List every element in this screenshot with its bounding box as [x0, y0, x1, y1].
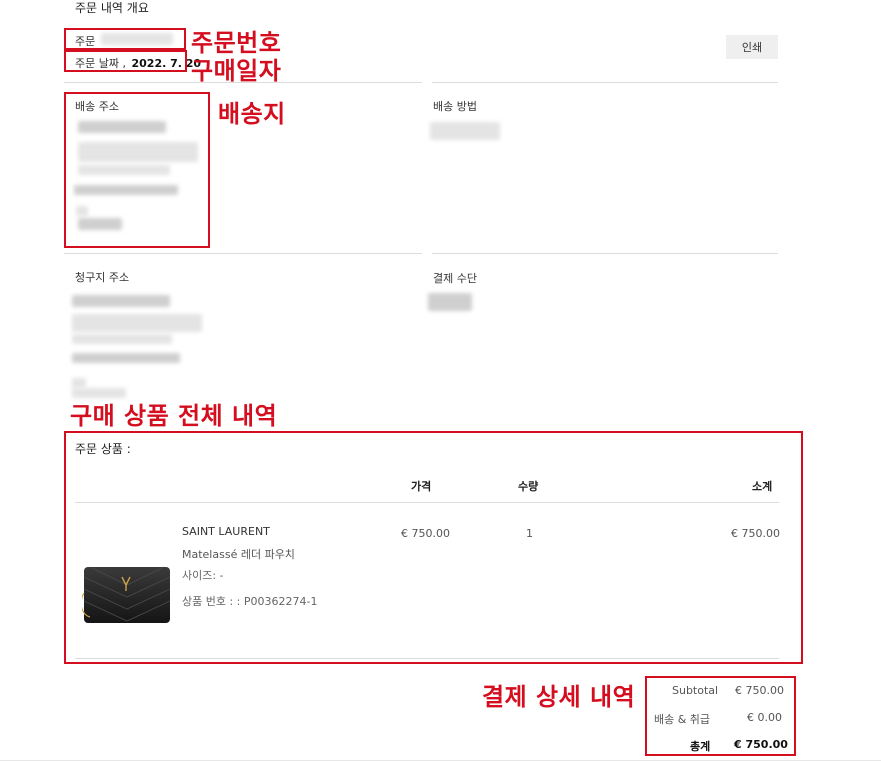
annotation-box-items: [64, 431, 803, 664]
divider: [75, 658, 779, 659]
print-button[interactable]: 인쇄: [726, 35, 778, 59]
divider: [64, 82, 422, 83]
items-section-title: 주문 상품 :: [75, 442, 131, 456]
payment-method-heading: 결제 수단: [433, 272, 477, 285]
totals-subtotal-label: Subtotal: [672, 684, 719, 697]
annotation-purchase-date: 구매일자: [191, 57, 282, 85]
divider: [432, 253, 778, 254]
item-quantity: 1: [526, 527, 533, 540]
billing-address-redacted: [72, 353, 180, 363]
column-header-price: 가격: [411, 480, 432, 493]
annotation-box-order-number: [64, 28, 186, 50]
shipping-method-redacted: [430, 122, 500, 140]
divider: [0, 760, 881, 761]
totals-shipping-value: € 0.00: [747, 711, 782, 724]
product-image[interactable]: [82, 563, 172, 625]
item-subtotal: € 750.00: [731, 527, 780, 540]
totals-total-label: 총계: [690, 740, 711, 753]
annotation-all-items: 구매 상품 전체 내역: [70, 402, 278, 430]
totals-total-value: € 750.00: [734, 738, 788, 751]
item-brand[interactable]: SAINT LAURENT: [182, 525, 270, 538]
totals-subtotal-value: € 750.00: [735, 684, 784, 697]
annotation-shipping-destination: 배송지: [218, 100, 286, 128]
item-name[interactable]: Matelassé 레더 파우치: [182, 546, 295, 562]
annotation-box-shipping: [64, 92, 210, 248]
billing-address-redacted: [72, 314, 202, 332]
payment-method-redacted: [428, 293, 472, 311]
shipping-method-heading: 배송 방법: [433, 100, 477, 113]
item-product-number: 상품 번호 : : P00362274-1: [182, 595, 318, 608]
billing-address-heading: 청구지 주소: [75, 271, 130, 284]
divider: [64, 253, 422, 254]
billing-address-redacted: [72, 378, 86, 388]
page-title: 주문 내역 개요: [75, 1, 149, 15]
column-header-quantity: 수량: [518, 480, 539, 493]
divider: [432, 82, 778, 83]
billing-address-redacted: [72, 295, 170, 307]
annotation-payment-detail: 결제 상세 내역: [482, 683, 636, 711]
item-size: 사이즈: -: [182, 569, 224, 582]
column-header-subtotal: 소계: [752, 480, 773, 493]
annotation-box-purchase-date: [64, 50, 187, 72]
divider: [75, 502, 779, 503]
item-price: € 750.00: [401, 527, 450, 540]
totals-shipping-label: 배송 & 취급: [654, 713, 711, 726]
billing-address-redacted: [72, 334, 172, 344]
